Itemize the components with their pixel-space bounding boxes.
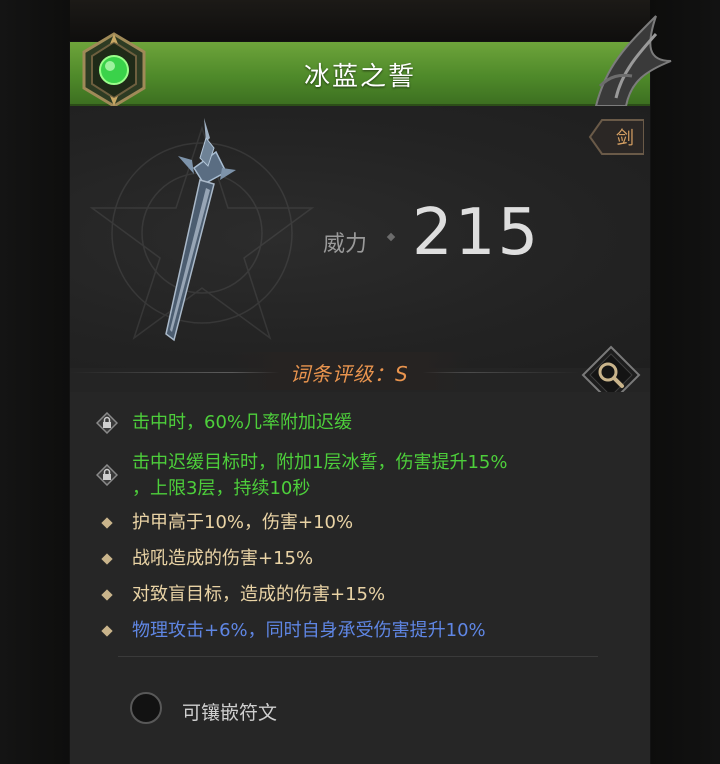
affix-grade: 词条评级：S: [290, 362, 409, 386]
section-divider: [118, 656, 598, 657]
diamond-icon: [96, 618, 113, 637]
horn-ornament-icon: [594, 15, 672, 107]
item-header: 冰蓝之誓: [70, 42, 650, 106]
affix-text: 击中时，60%几率附加迟缓: [132, 412, 353, 433]
affix-text: 战吼造成的伤害+15%: [132, 548, 314, 569]
affix-text: 护甲高于10%，伤害+10%: [132, 512, 354, 533]
power-label: 威力: [323, 232, 368, 257]
diamond-icon: [96, 510, 113, 529]
affix-text: 击中迟缓目标时，附加1层冰誓，伤害提升15%: [132, 452, 508, 473]
diamond-bullet: [101, 553, 113, 565]
item-name: 冰蓝之誓: [303, 62, 416, 92]
lock-icon: [95, 411, 119, 442]
lock-icon: [95, 463, 119, 494]
affix-text: 对致盲目标，造成的伤害+15%: [132, 584, 386, 605]
diamond-bullet: [101, 589, 113, 601]
rune-socket[interactable]: [130, 692, 162, 724]
affix-text: 物理攻击+6%，同时自身承受伤害提升10%: [132, 620, 486, 641]
rune-socket-label: 可镶嵌符文: [182, 702, 278, 724]
item-type-label: 剑: [616, 128, 634, 149]
power-value: 215: [412, 196, 541, 270]
rarity-emblem-icon: [82, 32, 146, 108]
diamond-bullet: [101, 625, 113, 637]
affix-text: ，上限3层，持续10秒: [132, 478, 311, 499]
diamond-icon: [96, 582, 113, 601]
background-left: [0, 0, 70, 764]
diamond-bullet: [101, 517, 113, 529]
sword-image: [89, 118, 315, 342]
diamond-icon: [96, 546, 113, 565]
